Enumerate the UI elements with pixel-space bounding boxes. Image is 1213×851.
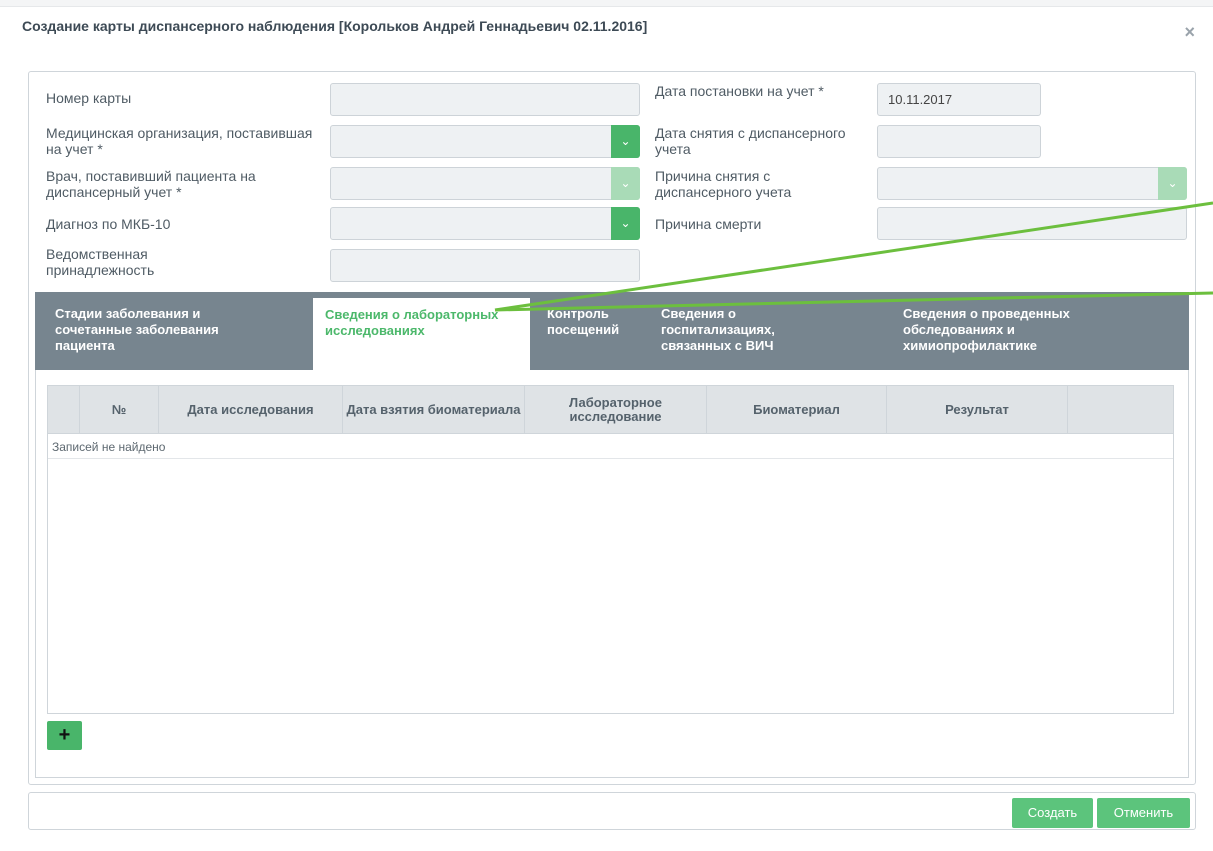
annotation-line-upper — [494, 201, 1213, 312]
annotation-lines — [494, 201, 1213, 312]
annotation-line-lower — [494, 291, 1213, 312]
